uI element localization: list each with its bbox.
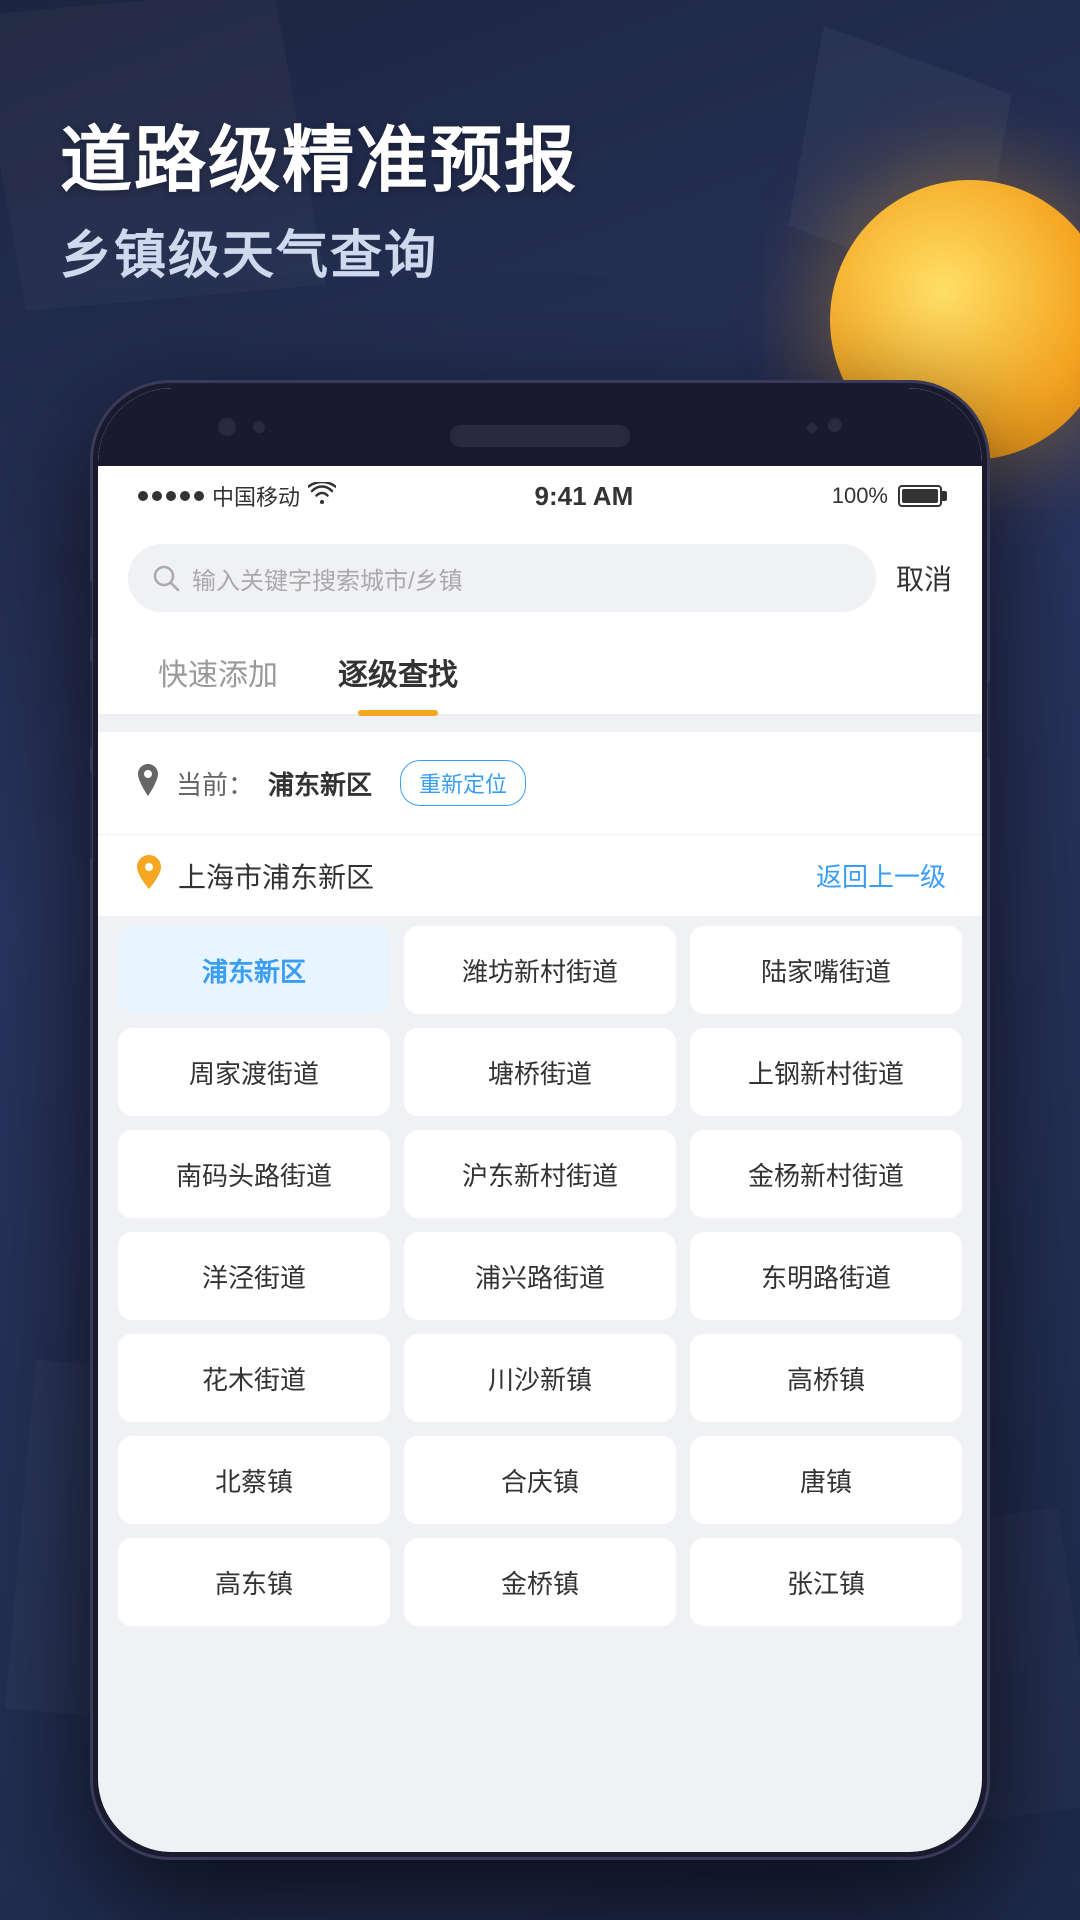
phone-frame: 中国移动 9:41 AM 100% bbox=[90, 380, 990, 1860]
status-bar: 中国移动 9:41 AM 100% bbox=[98, 466, 982, 526]
grid-item-20[interactable]: 张江镇 bbox=[690, 1538, 962, 1626]
side-button-left-2 bbox=[90, 660, 92, 750]
phone-dot-2 bbox=[807, 423, 817, 433]
phone-camera-left bbox=[218, 418, 236, 436]
tabs-area: 快速添加 逐级查找 bbox=[98, 630, 982, 716]
grid-item-9[interactable]: 洋泾街道 bbox=[118, 1232, 390, 1320]
grid-item-0[interactable]: 浦东新区 bbox=[118, 926, 390, 1014]
search-icon bbox=[152, 564, 180, 592]
grid-item-16[interactable]: 合庆镇 bbox=[404, 1436, 676, 1524]
battery-fill bbox=[902, 489, 938, 503]
battery-icon bbox=[898, 485, 942, 507]
phone-speaker bbox=[450, 425, 630, 447]
grid-item-14[interactable]: 高桥镇 bbox=[690, 1334, 962, 1422]
header-title: 道路级精准预报 bbox=[60, 120, 578, 203]
region-name: 上海市浦东新区 bbox=[178, 856, 374, 896]
grid-item-1[interactable]: 潍坊新村街道 bbox=[404, 926, 676, 1014]
search-area: 输入关键字搜索城市/乡镇 取消 bbox=[98, 526, 982, 630]
tab-step-find[interactable]: 逐级查找 bbox=[308, 630, 488, 714]
signal-dot-1 bbox=[138, 491, 148, 501]
signal-dot-3 bbox=[166, 491, 176, 501]
region-header: 上海市浦东新区 返回上一级 bbox=[98, 834, 982, 916]
side-button-power bbox=[988, 680, 990, 760]
grid-item-6[interactable]: 南码头路街道 bbox=[118, 1130, 390, 1218]
grid-item-12[interactable]: 花木街道 bbox=[118, 1334, 390, 1422]
search-input-wrap[interactable]: 输入关键字搜索城市/乡镇 bbox=[128, 544, 876, 612]
phone-screen: 中国移动 9:41 AM 100% bbox=[98, 466, 982, 1852]
search-placeholder: 输入关键字搜索城市/乡镇 bbox=[192, 561, 463, 596]
district-grid: 浦东新区潍坊新村街道陆家嘴街道周家渡街道塘桥街道上钢新村街道南码头路街道沪东新村… bbox=[118, 926, 962, 1626]
signal-dot-5 bbox=[194, 491, 204, 501]
back-to-parent-button[interactable]: 返回上一级 bbox=[816, 857, 946, 894]
status-time: 9:41 AM bbox=[535, 481, 634, 512]
grid-item-8[interactable]: 金杨新村街道 bbox=[690, 1130, 962, 1218]
grid-item-3[interactable]: 周家渡街道 bbox=[118, 1028, 390, 1116]
grid-item-18[interactable]: 高东镇 bbox=[118, 1538, 390, 1626]
side-button-left-3 bbox=[90, 770, 92, 860]
signal-dots bbox=[138, 491, 204, 501]
phone-inner: 中国移动 9:41 AM 100% bbox=[98, 388, 982, 1852]
status-signal-area: 中国移动 bbox=[138, 480, 336, 512]
region-pin-icon bbox=[134, 855, 164, 896]
signal-dot-4 bbox=[180, 491, 190, 501]
battery-percentage: 100% bbox=[832, 483, 888, 509]
grid-item-19[interactable]: 金桥镇 bbox=[404, 1538, 676, 1626]
grid-item-10[interactable]: 浦兴路街道 bbox=[404, 1232, 676, 1320]
grid-item-4[interactable]: 塘桥街道 bbox=[404, 1028, 676, 1116]
grid-item-2[interactable]: 陆家嘴街道 bbox=[690, 926, 962, 1014]
signal-dot-2 bbox=[152, 491, 162, 501]
grid-item-7[interactable]: 沪东新村街道 bbox=[404, 1130, 676, 1218]
phone-notch bbox=[98, 388, 982, 468]
phone-dot-1 bbox=[253, 421, 265, 433]
grid-item-15[interactable]: 北蔡镇 bbox=[118, 1436, 390, 1524]
tab-active-underline bbox=[358, 710, 438, 716]
grid-item-5[interactable]: 上钢新村街道 bbox=[690, 1028, 962, 1116]
cancel-button[interactable]: 取消 bbox=[896, 558, 952, 598]
grid-section: 浦东新区潍坊新村街道陆家嘴街道周家渡街道塘桥街道上钢新村街道南码头路街道沪东新村… bbox=[98, 916, 982, 1646]
region-left: 上海市浦东新区 bbox=[134, 855, 374, 896]
phone-camera-right bbox=[828, 418, 842, 432]
side-button-left-1 bbox=[90, 580, 92, 640]
tab-quick-add[interactable]: 快速添加 bbox=[128, 630, 308, 714]
carrier-label: 中国移动 bbox=[212, 480, 300, 512]
location-city-name: 浦东新区 bbox=[268, 765, 372, 802]
grid-item-11[interactable]: 东明路街道 bbox=[690, 1232, 962, 1320]
header-section: 道路级精准预报 乡镇级天气查询 bbox=[60, 120, 578, 288]
grid-item-13[interactable]: 川沙新镇 bbox=[404, 1334, 676, 1422]
header-subtitle: 乡镇级天气查询 bbox=[60, 213, 578, 288]
wifi-icon bbox=[308, 482, 336, 510]
status-right: 100% bbox=[832, 483, 942, 509]
location-pin-icon bbox=[134, 764, 162, 803]
location-section: 当前： 浦东新区 重新定位 bbox=[98, 732, 982, 834]
relocate-button[interactable]: 重新定位 bbox=[400, 760, 526, 806]
location-prefix: 当前： bbox=[176, 765, 254, 802]
grid-item-17[interactable]: 唐镇 bbox=[690, 1436, 962, 1524]
